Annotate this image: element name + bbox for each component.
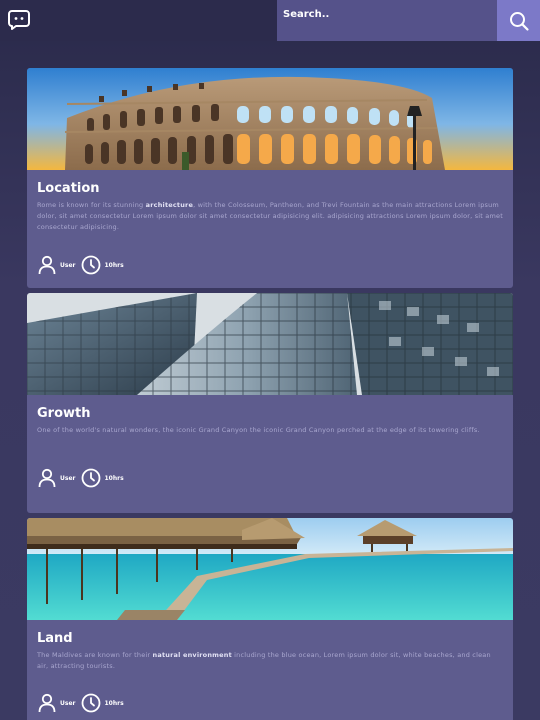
author-label: User bbox=[60, 699, 76, 707]
card-meta: User 10hrs bbox=[37, 255, 130, 275]
time-label: 10hrs bbox=[104, 474, 124, 482]
author-info[interactable]: User bbox=[37, 468, 75, 488]
search-button[interactable] bbox=[497, 0, 540, 41]
author-label: User bbox=[60, 474, 76, 482]
time-info: 10hrs bbox=[81, 693, 124, 713]
card-meta: User 10hrs bbox=[37, 468, 130, 488]
chat-bubble-icon[interactable] bbox=[7, 8, 31, 32]
top-bar bbox=[0, 0, 540, 41]
card-growth[interactable]: Growth One of the world's natural wonder… bbox=[27, 293, 513, 513]
maldives-photo bbox=[27, 518, 513, 620]
card-title: Location bbox=[37, 181, 100, 196]
card-description: The Maldives are known for their natural… bbox=[37, 651, 491, 670]
card-description: One of the world's natural wonders, the … bbox=[37, 426, 480, 434]
skyscrapers-photo bbox=[27, 293, 513, 395]
card-description: Rome is known for its stunning architect… bbox=[37, 201, 503, 231]
magnifier-icon bbox=[509, 11, 529, 31]
card-title: Growth bbox=[37, 406, 91, 421]
clock-icon bbox=[82, 693, 101, 713]
time-label: 10hrs bbox=[104, 699, 124, 707]
card-meta: User 10hrs bbox=[37, 693, 130, 713]
user-icon bbox=[38, 693, 56, 713]
card-land[interactable]: Land The Maldives are known for their na… bbox=[27, 518, 513, 720]
clock-icon bbox=[82, 255, 101, 275]
time-info: 10hrs bbox=[81, 255, 124, 275]
author-label: User bbox=[60, 261, 76, 269]
user-icon bbox=[38, 255, 56, 275]
card-location[interactable]: Location Rome is known for its stunning … bbox=[27, 68, 513, 288]
colosseum-photo bbox=[27, 68, 513, 170]
search-input[interactable] bbox=[277, 0, 497, 41]
search-box bbox=[277, 0, 497, 41]
clock-icon bbox=[82, 468, 101, 488]
author-info[interactable]: User bbox=[37, 255, 75, 275]
time-info: 10hrs bbox=[81, 468, 124, 488]
time-label: 10hrs bbox=[104, 261, 124, 269]
card-title: Land bbox=[37, 631, 73, 646]
user-icon bbox=[38, 468, 56, 488]
author-info[interactable]: User bbox=[37, 693, 75, 713]
